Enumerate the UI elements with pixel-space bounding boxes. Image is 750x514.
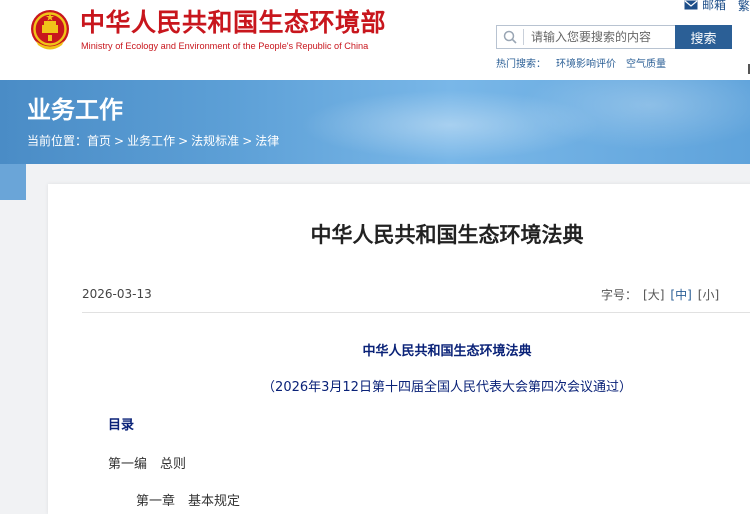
breadcrumb-home[interactable]: 首页 [87,134,111,148]
article-card: 中华人民共和国生态环境法典 2026-03-13 字号：[大][中][小][ 中… [48,184,750,514]
search-icon [503,30,517,44]
article-title: 中华人民共和国生态环境法典 [310,223,584,247]
mailbox-label: 邮箱 [702,0,727,12]
font-size-large[interactable]: [大] [643,288,664,302]
search-button[interactable]: 搜索 [675,25,732,49]
font-size-label: 字号： [601,288,638,302]
breadcrumb-separator: > [242,134,253,148]
font-size-control: 字号：[大][中][小][ [601,286,750,303]
section-title: 业务工作 [27,96,123,124]
font-size-small[interactable]: [小] [698,288,719,302]
publish-date: 2026-03-13 [82,287,152,301]
breadcrumb-separator: > [178,134,189,148]
breadcrumb-regulations[interactable]: 法规标准 [191,134,239,148]
site-subtitle: Ministry of Ecology and Environment of t… [81,41,369,51]
national-emblem-icon[interactable] [28,8,72,54]
hot-search: 热门搜索： 环境影响评价 空气质量 [496,55,676,70]
mailbox-link[interactable]: 邮箱 [684,0,726,13]
top-links: 邮箱 繁 [684,0,750,14]
traditional-chinese-label: 繁 [737,0,750,13]
traditional-chinese-link[interactable]: 繁 [738,0,750,14]
hot-search-label: 热门搜索： [496,59,546,70]
site-title[interactable]: 中华人民共和国生态环境部 [80,7,386,39]
mail-icon [684,0,698,9]
side-decoration [0,164,26,200]
site-header: 中华人民共和国生态环境部 Ministry of Ecology and Env… [0,0,750,80]
toc-heading: 目录 [108,418,135,433]
search-divider [523,29,524,45]
toc-part-one: 第一编 总则 [108,457,187,472]
breadcrumb-law[interactable]: 法律 [255,134,279,148]
font-size-medium[interactable]: [中] [670,288,691,302]
search-input[interactable] [531,27,671,47]
search-box: 搜索 [496,25,732,49]
breadcrumb: 当前位置：首页 > 业务工作 > 法规标准 > 法律 [27,132,279,149]
law-adoption-note: （2026年3月12日第十四届全国人民代表大会第四次会议通过） [262,380,632,395]
breadcrumb-prefix: 当前位置： [27,134,88,148]
breadcrumb-separator: > [114,134,125,148]
hot-search-item-eia[interactable]: 环境影响评价 [556,59,616,70]
divider [82,312,750,313]
section-banner: 业务工作 当前位置：首页 > 业务工作 > 法规标准 > 法律 [0,80,750,164]
law-title: 中华人民共和国生态环境法典 [362,344,532,359]
breadcrumb-business[interactable]: 业务工作 [127,134,175,148]
hot-search-item-air-quality[interactable]: 空气质量 [626,59,666,70]
